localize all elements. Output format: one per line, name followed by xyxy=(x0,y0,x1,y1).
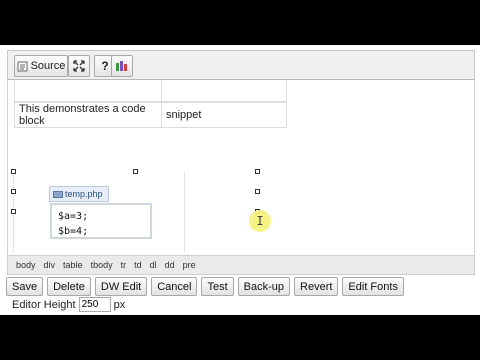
resize-handle[interactable] xyxy=(11,209,16,214)
source-icon xyxy=(17,61,28,71)
php-code-icon xyxy=(116,61,127,71)
help-label: ? xyxy=(101,59,109,73)
content-table[interactable]: This demonstrates a code block snippet xyxy=(14,102,287,128)
editor-height-unit: px xyxy=(113,298,126,311)
back-up-button[interactable]: Back-up xyxy=(237,277,291,296)
path-item[interactable]: dl xyxy=(146,260,161,270)
code-line: $a=3; xyxy=(58,211,89,222)
save-button[interactable]: Save xyxy=(6,277,44,296)
resize-handle[interactable] xyxy=(255,189,260,194)
table-cell[interactable]: snippet xyxy=(161,102,287,128)
editor-height-input[interactable] xyxy=(78,297,111,312)
editor-toolbar: Source ? xyxy=(7,50,475,80)
path-item[interactable]: tbody xyxy=(87,260,117,270)
path-item[interactable]: tr xyxy=(117,260,131,270)
text-cursor-icon: I xyxy=(249,210,271,232)
revert-button[interactable]: Revert xyxy=(294,277,339,296)
editor-height-label: Editor Height xyxy=(12,298,76,311)
path-item[interactable]: td xyxy=(130,260,146,270)
file-tab[interactable]: temp.php xyxy=(49,186,109,202)
file-icon xyxy=(53,190,63,198)
action-buttons: Save Delete DW Edit Cancel Test Back-up … xyxy=(6,277,404,297)
edit-fonts-button[interactable]: Edit Fonts xyxy=(342,277,404,296)
cell-divider xyxy=(184,172,185,252)
table-cell[interactable]: This demonstrates a code block xyxy=(14,102,162,128)
test-button[interactable]: Test xyxy=(201,277,234,296)
path-item[interactable]: table xyxy=(59,260,87,270)
cancel-button[interactable]: Cancel xyxy=(151,277,198,296)
code-line: $b=4; xyxy=(58,226,89,237)
delete-button[interactable]: Delete xyxy=(47,277,91,296)
maximize-icon xyxy=(73,60,85,72)
element-path-bar: body div table tbody tr td dl dd pre xyxy=(7,255,475,275)
editor-content[interactable]: This demonstrates a code block snippet t… xyxy=(7,80,475,255)
resize-handle[interactable] xyxy=(11,189,16,194)
editor-frame: Source ? This demonstrates a code block … xyxy=(0,45,480,315)
editor-height-row: Editor Height px xyxy=(12,297,125,312)
code-block[interactable]: $a=3; $b=4; xyxy=(50,203,152,239)
dw-edit-button[interactable]: DW Edit xyxy=(94,277,148,296)
resize-handle[interactable] xyxy=(255,169,260,174)
resize-handle[interactable] xyxy=(11,169,16,174)
path-item[interactable]: pre xyxy=(179,260,200,270)
resize-handle[interactable] xyxy=(133,169,138,174)
source-button[interactable]: Source xyxy=(14,55,68,77)
file-tab-label: temp.php xyxy=(65,189,103,199)
table-row[interactable]: This demonstrates a code block snippet xyxy=(14,102,287,128)
path-item[interactable]: body xyxy=(12,260,40,270)
maximize-button[interactable] xyxy=(68,55,90,77)
source-label: Source xyxy=(30,60,66,72)
path-item[interactable]: div xyxy=(40,260,60,270)
path-item[interactable]: dd xyxy=(161,260,179,270)
top-table xyxy=(14,80,287,102)
php-code-button[interactable] xyxy=(111,55,133,77)
